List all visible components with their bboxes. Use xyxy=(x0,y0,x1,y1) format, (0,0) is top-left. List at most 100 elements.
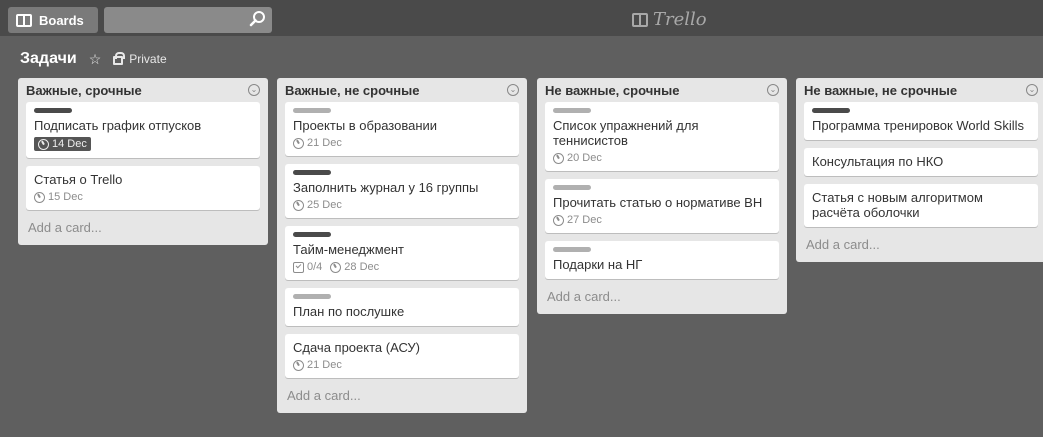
due-date-badge: 15 Dec xyxy=(34,191,83,203)
list-title[interactable]: Не важные, срочные xyxy=(545,83,679,98)
card[interactable]: Прочитать статью о нормативе ВН 27 Dec xyxy=(545,179,779,233)
card[interactable]: Статья с новым алгоритмом расчёта оболоч… xyxy=(804,184,1038,227)
list-important-urgent: Важные, срочные ⌄ Подписать график отпус… xyxy=(18,78,268,245)
board-title[interactable]: Задачи xyxy=(20,50,77,68)
search-input[interactable] xyxy=(104,7,272,33)
list-header: Важные, срочные ⌄ xyxy=(26,78,260,102)
due-date: 28 Dec xyxy=(344,261,380,273)
card-badges: 21 Dec xyxy=(293,359,511,371)
list-important-not-urgent: Важные, не срочные ⌄ Проекты в образован… xyxy=(277,78,527,413)
card[interactable]: Список упражнений для теннисистов 20 Dec xyxy=(545,102,779,171)
add-card-button[interactable]: Add a card... xyxy=(545,287,779,308)
card-title: Заполнить журнал у 16 группы xyxy=(293,180,479,195)
trello-logo[interactable]: Trello xyxy=(632,9,707,30)
checklist-count: 0/4 xyxy=(307,261,323,273)
due-date: 15 Dec xyxy=(48,191,83,203)
due-date-badge: 14 Dec xyxy=(34,137,91,151)
clock-icon xyxy=(34,191,45,203)
clock-icon xyxy=(293,199,304,211)
boards-icon xyxy=(16,13,32,27)
trello-logo-icon xyxy=(632,12,648,27)
card-badges: 25 Dec xyxy=(293,199,511,211)
card-title: Сдача проекта (АСУ) xyxy=(293,340,421,355)
add-card-button[interactable]: Add a card... xyxy=(26,218,260,239)
board-header: Задачи ☆ Private xyxy=(20,47,167,71)
checklist-icon xyxy=(293,261,304,273)
list-header: Важные, не срочные ⌄ xyxy=(285,78,519,102)
card-badges: 27 Dec xyxy=(553,214,771,226)
clock-icon xyxy=(293,137,304,149)
due-date: 21 Dec xyxy=(307,359,342,371)
card-title: Список упражнений для теннисистов xyxy=(553,118,699,148)
due-date-badge: 21 Dec xyxy=(293,137,342,149)
visibility-label: Private xyxy=(129,52,167,66)
card[interactable]: Проекты в образовании 21 Dec xyxy=(285,102,519,156)
card-title: Статья с новым алгоритмом расчёта оболоч… xyxy=(812,190,983,220)
card[interactable]: Сдача проекта (АСУ) 21 Dec xyxy=(285,334,519,378)
card-badges: 15 Dec xyxy=(34,191,252,203)
list-title[interactable]: Важные, срочные xyxy=(26,83,142,98)
list-title[interactable]: Важные, не срочные xyxy=(285,83,419,98)
card[interactable]: Тайм-менеджмент 0/4 28 Dec xyxy=(285,226,519,280)
card-title: Статья о Trello xyxy=(34,172,123,187)
due-date: 25 Dec xyxy=(307,199,342,211)
list-title[interactable]: Не важные, не срочные xyxy=(804,83,957,98)
due-date: 21 Dec xyxy=(307,137,342,149)
card-label xyxy=(812,108,850,113)
card-badges: 20 Dec xyxy=(553,152,771,164)
card[interactable]: Подписать график отпусков 14 Dec xyxy=(26,102,260,158)
list-menu-icon[interactable]: ⌄ xyxy=(1026,84,1038,96)
star-icon[interactable]: ☆ xyxy=(89,51,102,68)
visibility-button[interactable]: Private xyxy=(113,52,167,66)
card-title: Подарки на НГ xyxy=(553,257,643,272)
card-title: Программа тренировок World Skills xyxy=(812,118,1024,133)
card[interactable]: Заполнить журнал у 16 группы 25 Dec xyxy=(285,164,519,218)
card-badges: 21 Dec xyxy=(293,137,511,149)
card[interactable]: Программа тренировок World Skills xyxy=(804,102,1038,140)
due-date-badge: 28 Dec xyxy=(330,261,379,273)
top-header: Boards Trello xyxy=(0,0,1043,36)
card-label xyxy=(553,108,591,113)
card-label xyxy=(553,185,591,190)
card-label xyxy=(293,170,331,175)
logo-text: Trello xyxy=(653,9,707,30)
clock-icon xyxy=(553,214,564,226)
list-menu-icon[interactable]: ⌄ xyxy=(767,84,779,96)
add-card-button[interactable]: Add a card... xyxy=(285,386,519,407)
checklist-badge: 0/4 xyxy=(293,261,322,273)
clock-icon xyxy=(330,261,342,273)
due-date-badge: 25 Dec xyxy=(293,199,342,211)
card-badges: 0/4 28 Dec xyxy=(293,261,511,273)
list-header: Не важные, не срочные ⌄ xyxy=(804,78,1038,102)
card-label xyxy=(34,108,72,113)
card-label xyxy=(293,108,331,113)
list-not-important-not-urgent: Не важные, не срочные ⌄ Программа тренир… xyxy=(796,78,1043,262)
card[interactable]: Статья о Trello 15 Dec xyxy=(26,166,260,210)
card-title: Проекты в образовании xyxy=(293,118,438,133)
lock-icon xyxy=(113,52,126,65)
card-title: Консультация по НКО xyxy=(812,154,944,169)
card[interactable]: Консультация по НКО xyxy=(804,148,1038,176)
due-date: 27 Dec xyxy=(567,214,602,226)
card-label xyxy=(293,294,331,299)
due-date-badge: 21 Dec xyxy=(293,359,342,371)
card-label xyxy=(553,247,591,252)
due-date: 20 Dec xyxy=(567,152,602,164)
due-date: 14 Dec xyxy=(52,138,87,150)
card-label xyxy=(293,232,331,237)
card[interactable]: План по послушке xyxy=(285,288,519,326)
card[interactable]: Подарки на НГ xyxy=(545,241,779,279)
clock-icon xyxy=(293,359,304,371)
boards-button[interactable]: Boards xyxy=(8,7,98,33)
list-menu-icon[interactable]: ⌄ xyxy=(248,84,260,96)
add-card-button[interactable]: Add a card... xyxy=(804,235,1038,256)
clock-icon xyxy=(553,152,564,164)
search-icon[interactable] xyxy=(249,10,267,28)
card-title: План по послушке xyxy=(293,304,405,319)
card-title: Прочитать статью о нормативе ВН xyxy=(553,195,763,210)
card-title: Тайм-менеджмент xyxy=(293,242,404,257)
list-header: Не важные, срочные ⌄ xyxy=(545,78,779,102)
due-date-badge: 27 Dec xyxy=(553,214,602,226)
card-badges: 14 Dec xyxy=(34,137,252,151)
list-menu-icon[interactable]: ⌄ xyxy=(507,84,519,96)
